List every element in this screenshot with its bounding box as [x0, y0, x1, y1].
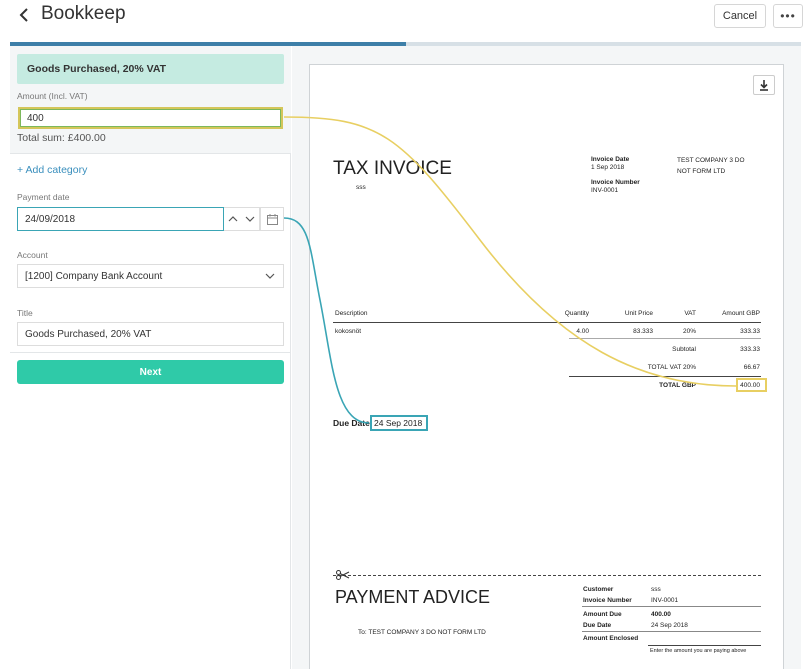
- amount-connector: [283, 116, 737, 387]
- date-connector: [283, 217, 370, 424]
- bookkeep-screen: Bookkeep Cancel ••• Goods Purchased, 20%…: [0, 0, 810, 669]
- connector-overlay: [283, 116, 737, 424]
